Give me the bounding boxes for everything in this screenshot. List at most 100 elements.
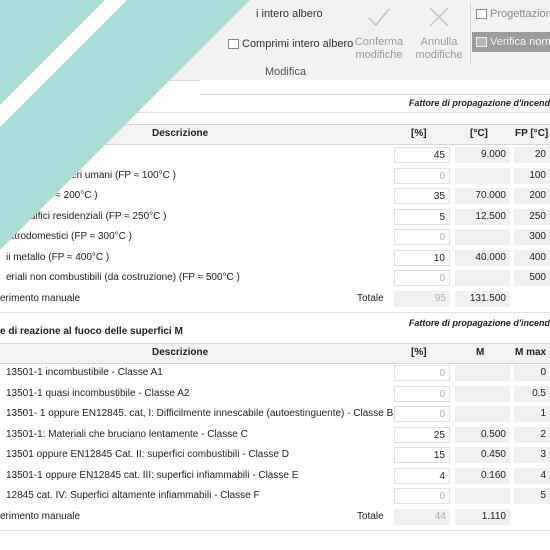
fp-percent-input[interactable]: 5	[394, 208, 450, 225]
m-total-row: erimento manuale Totale 44 1.110	[0, 507, 550, 527]
m-computed-value	[455, 385, 510, 402]
collapse-tree-label: Comprimi intero albero	[242, 38, 354, 50]
m-col-pct: [%]	[411, 347, 427, 358]
fp-percent-input[interactable]: 0	[394, 229, 450, 245]
progettazione-button[interactable]: Progettazion	[476, 8, 550, 20]
fp-table-row: ) 45 9.000 20	[0, 145, 550, 165]
fp-row-description: )	[6, 149, 10, 160]
m-computed-value: 0.500	[455, 426, 510, 443]
m-reference-value: 0.5	[514, 385, 550, 402]
confirm-changes-button[interactable]: Conferma modifiche	[352, 4, 406, 62]
cancel-label-line1: Annulla	[420, 36, 458, 48]
fp-col-temp: [°C]	[470, 128, 488, 139]
m-percent-input[interactable]: 0	[394, 488, 450, 504]
fp-computed-value	[455, 229, 510, 245]
m-table-row: 13501- 1 oppure EN12845. cat, I: Diffici…	[0, 404, 550, 424]
fp-table-row: ii metallo (FP ≈ 400°C ) 10 40.000 400	[0, 248, 550, 268]
m-percent-input[interactable]: 0	[394, 365, 450, 381]
m-row-description: 13501-1: Materiali che bruciano lentamen…	[6, 428, 248, 440]
fp-reference-value: 250	[514, 208, 550, 225]
m-table-row: 13501 oppure EN12845 Cat. II: superfici …	[0, 445, 550, 465]
m-row-description: 13501-1 quasi incombustibile - Classe A2	[6, 387, 190, 399]
fp-percent-input[interactable]: 10	[394, 249, 450, 266]
bottom-separator	[0, 530, 550, 531]
m-col-desc: Descrizione	[152, 347, 209, 358]
fp-reference-value: 200	[514, 188, 550, 204]
fp-computed-value: 9.000	[455, 147, 510, 163]
m-percent-input[interactable]: 25	[394, 426, 450, 443]
verifica-button[interactable]: Verifica norm	[472, 32, 550, 52]
fp-total-row: erimento manuale Totale 95 131.500	[0, 289, 550, 309]
fp-computed-value: 70.000	[455, 188, 510, 204]
fp-computed-value: 12.500	[455, 208, 510, 225]
fp-percent-input[interactable]: 45	[394, 147, 450, 163]
collapse-tree-button[interactable]: Comprimi intero albero	[228, 38, 353, 50]
fp-row-description: ii metallo (FP ≈ 400°C )	[6, 251, 110, 263]
m-row-description: 13501-1 incombustibile - Classe A1	[6, 367, 163, 378]
m-reference-value: 5	[514, 488, 550, 504]
m-reference-value: 4	[514, 467, 550, 484]
fp-col-desc: Descrizione	[152, 128, 209, 139]
fp-separator	[0, 112, 550, 113]
m-table-row: 12845 cat. IV: Superfici altamente infia…	[0, 486, 550, 506]
m-table-row: 13501-1 oppure EN12845 cat. III: superfi…	[0, 466, 550, 486]
m-row-description: 12845 cat. IV: Superfici altamente infia…	[6, 490, 260, 501]
fp-percent-input[interactable]: 0	[394, 270, 450, 286]
m-reference-value: 2	[514, 426, 550, 443]
fp-total-label: Totale	[357, 292, 384, 304]
fp-table-row: egli edifici residenziali (FP ≈ 250°C ) 5…	[0, 207, 550, 227]
m-reference-value: 3	[514, 447, 550, 463]
m-col-m: M	[476, 347, 485, 358]
m-percent-input[interactable]: 4	[394, 467, 450, 484]
m-table-header: Descrizione [%] M M max	[0, 343, 550, 364]
m-row-description: 13501-1 oppure EN12845 cat. III: superfi…	[6, 469, 299, 481]
m-col-mmax: M max	[515, 347, 547, 358]
fp-reference-value: 300	[514, 229, 550, 245]
m-reference-value: 1	[514, 406, 550, 422]
fp-row-description: ettrodomestici (FP ≈ 300°C )	[6, 231, 133, 242]
m-separator	[0, 312, 550, 313]
m-computed-value	[455, 488, 510, 504]
fp-computed-value	[455, 270, 510, 286]
fp-computed-value	[455, 167, 510, 184]
verifica-label: Verifica norm	[490, 36, 550, 48]
fp-percent-input[interactable]: 35	[394, 188, 450, 204]
m-row-description: 13501 oppure EN12845 Cat. II: superfici …	[6, 449, 289, 460]
fp-row-description: ettroniche, esseri umani (FP ≈ 100°C )	[6, 169, 176, 181]
m-computed-value: 0.450	[455, 447, 510, 463]
fp-reference-value: 20	[514, 147, 550, 163]
cancel-changes-button[interactable]: Annulla modifiche	[412, 4, 466, 62]
fp-reference-value: 400	[514, 249, 550, 266]
m-computed-value	[455, 365, 510, 381]
cancel-label-line2: modifiche	[415, 49, 463, 61]
close-icon	[429, 7, 449, 27]
m-total-percent: 44	[394, 508, 450, 525]
fp-section-header: Fattore di propagazione d'incend	[408, 98, 550, 108]
m-percent-input[interactable]: 0	[394, 385, 450, 402]
m-percent-input[interactable]: 15	[394, 447, 450, 463]
fp-col-pct: [%]	[411, 128, 427, 139]
fp-row-description: egli edifici residenziali (FP ≈ 250°C )	[6, 210, 167, 222]
fp-reference-value: 500	[514, 270, 550, 286]
fp-table-row: ettrodomestici (FP ≈ 300°C ) 0 300	[0, 227, 550, 247]
fp-total-value: 131.500	[455, 290, 510, 307]
m-total-label: Totale	[357, 510, 384, 522]
ribbon-divider	[470, 2, 471, 64]
path-bar	[200, 80, 550, 95]
progettazione-label: Progettazion	[490, 8, 550, 20]
m-section-title: e di reazione al fuoco delle superfici M	[0, 326, 183, 337]
m-total-value: 1.110	[455, 508, 510, 525]
fp-manual-reference: erimento manuale	[0, 292, 81, 304]
fp-row-description: eriali non combustibili (da costruzione)…	[6, 272, 240, 283]
ribbon-group-label: Modifica	[265, 66, 306, 78]
m-percent-input[interactable]: 0	[394, 406, 450, 422]
fp-percent-input[interactable]: 0	[394, 167, 450, 184]
checkmark-icon	[368, 8, 390, 27]
fp-table-header: Descrizione [%] [°C] FP [°C]	[0, 124, 550, 145]
m-table-row: 13501-1 quasi incombustibile - Classe A2…	[0, 384, 550, 404]
verify-icon	[476, 37, 487, 48]
fp-table-row: mento (FP ≈ 200°C ) 35 70.000 200	[0, 186, 550, 206]
expand-tree-button[interactable]: i intero albero	[256, 8, 323, 20]
m-computed-value: 0.160	[455, 467, 510, 484]
collapse-tree-icon	[228, 39, 239, 50]
